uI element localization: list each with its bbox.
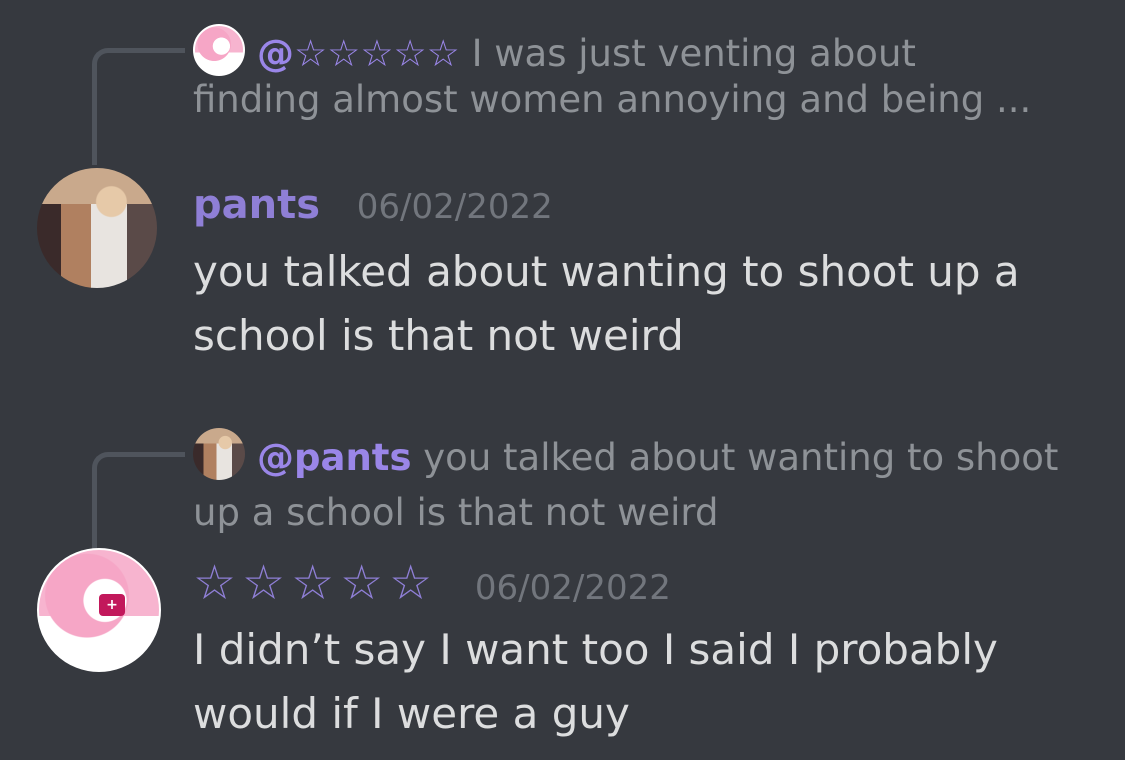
reply-mention[interactable]: @☆☆☆☆☆	[257, 32, 460, 75]
timestamp: 06/02/2022	[356, 187, 553, 227]
reply-preview[interactable]: @pants you talked about wanting to shoot…	[193, 428, 1073, 540]
reply-avatar[interactable]	[193, 428, 245, 480]
reply-avatar[interactable]	[193, 24, 245, 76]
avatar[interactable]	[37, 168, 157, 288]
author-line: pants 06/02/2022	[193, 182, 553, 228]
heart-plus-icon: +	[99, 594, 125, 616]
chat-view: @☆☆☆☆☆ I was just venting about finding …	[0, 0, 1125, 760]
author-line: ☆☆☆☆☆ 06/02/2022	[193, 555, 671, 611]
reply-connector	[92, 452, 185, 557]
timestamp: 06/02/2022	[474, 568, 671, 608]
username[interactable]: pants	[193, 182, 320, 228]
reply-connector	[92, 48, 185, 165]
avatar[interactable]: +	[37, 548, 161, 672]
message-content: you talked about wanting to shoot up a s…	[193, 247, 1020, 360]
username[interactable]: ☆☆☆☆☆	[193, 555, 438, 611]
message-content: I didn’t say I want too I said I probabl…	[193, 625, 998, 738]
reply-preview[interactable]: @☆☆☆☆☆ I was just venting about finding …	[193, 24, 1043, 124]
reply-mention[interactable]: @pants	[257, 436, 412, 479]
